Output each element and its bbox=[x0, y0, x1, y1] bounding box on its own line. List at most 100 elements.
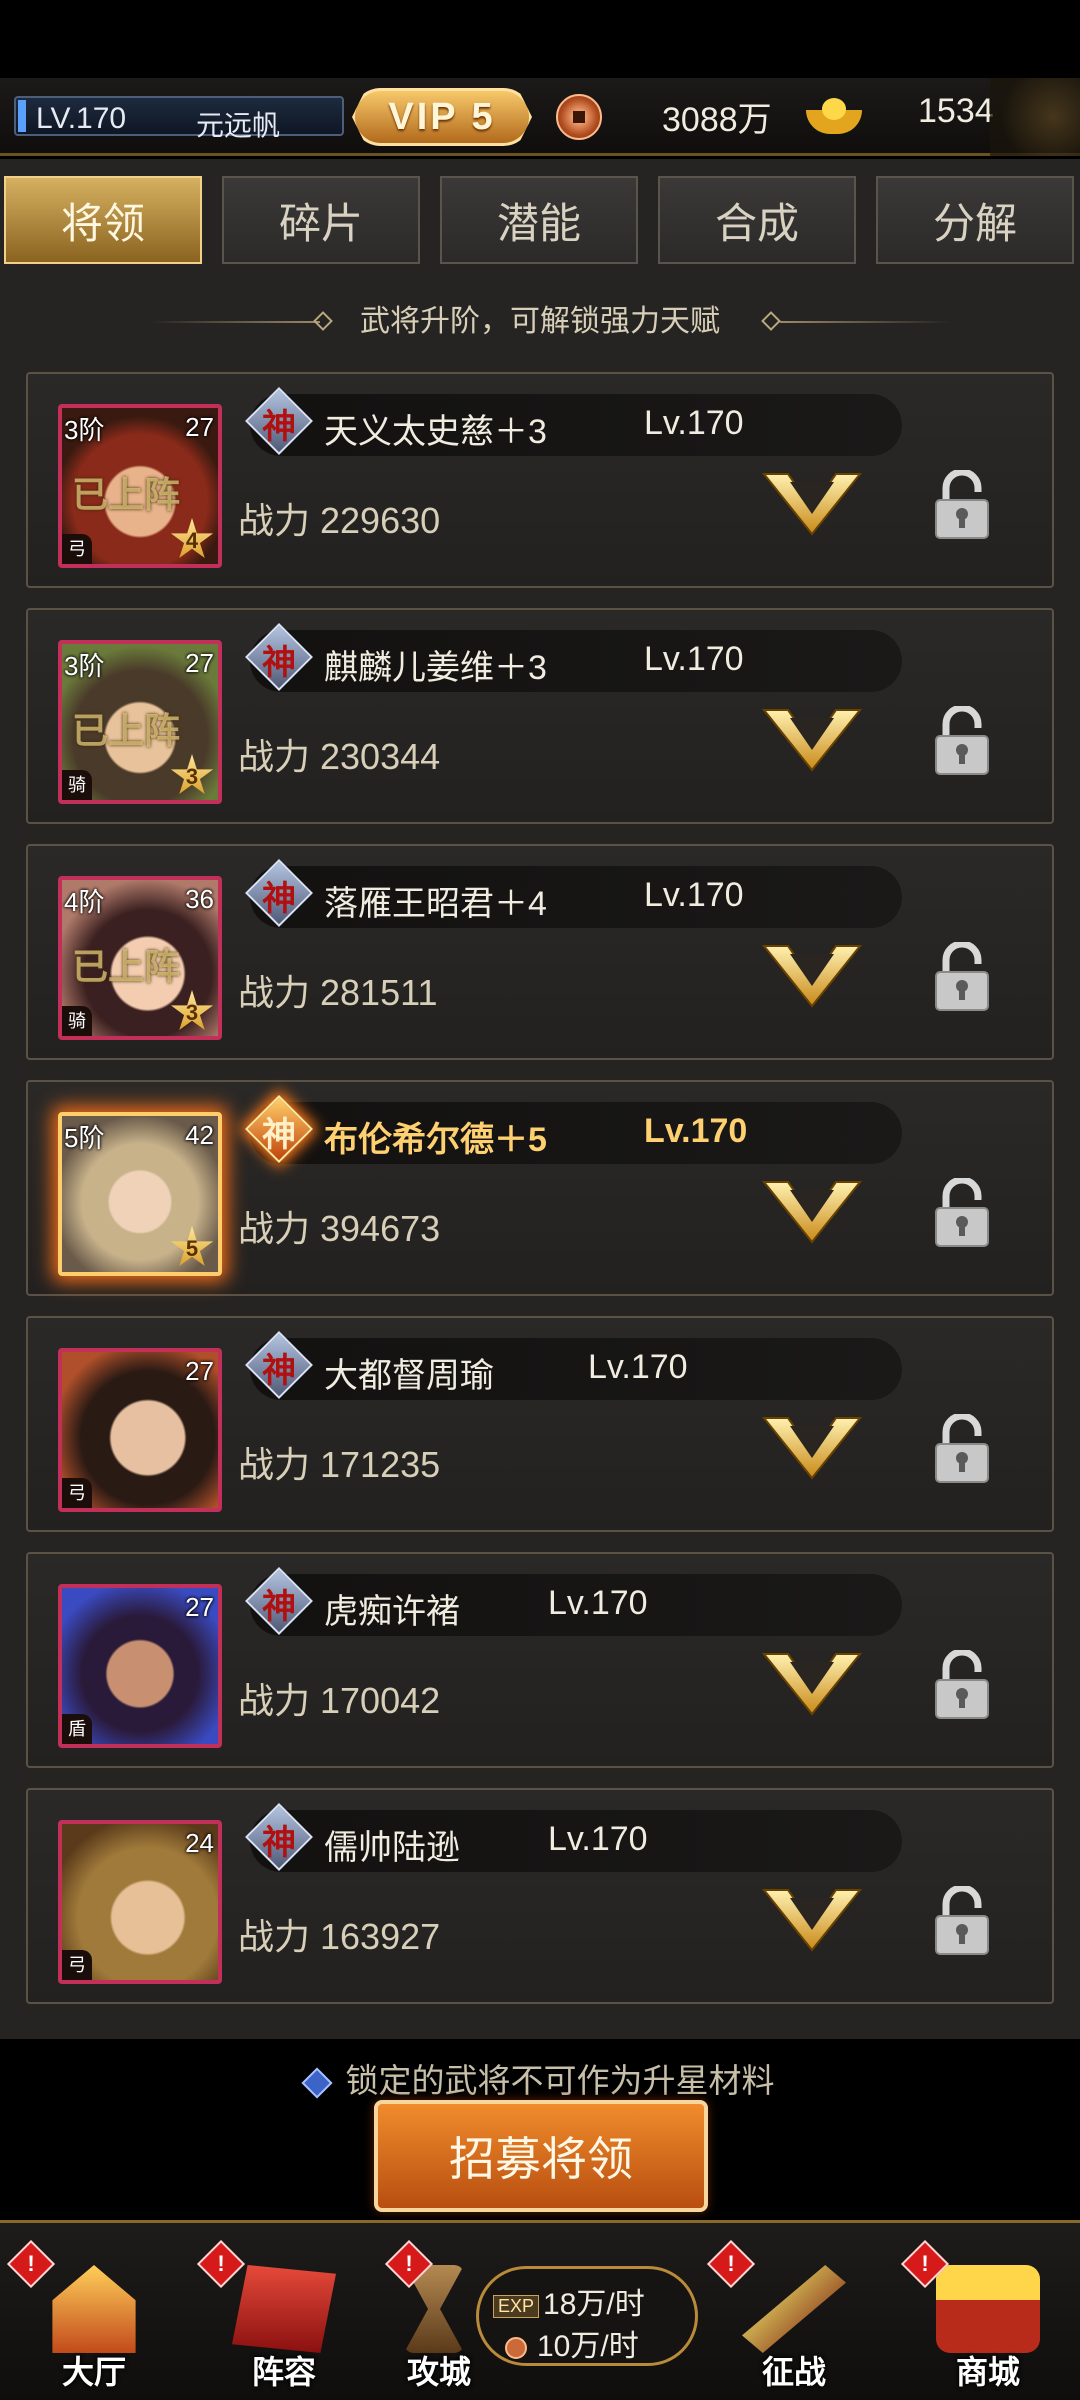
hero-level: Lv.170 bbox=[548, 1584, 648, 1622]
dragon-ornament-icon bbox=[990, 78, 1080, 156]
nav-campaign[interactable]: ! 征战 bbox=[706, 2239, 882, 2399]
hero-level: Lv.170 bbox=[644, 404, 744, 442]
hero-level: Lv.170 bbox=[588, 1348, 688, 1386]
hero-portrait[interactable]: 3阶 27 已上阵骑 3 bbox=[58, 640, 222, 804]
lock-icon[interactable] bbox=[932, 1414, 992, 1484]
nav-lineup[interactable]: ! 阵容 bbox=[196, 2239, 372, 2399]
hero-card[interactable]: 3阶 27 已上阵骑 3 神麒麟儿姜维＋3 Lv.170 战力 230344 bbox=[26, 608, 1054, 824]
hero-power: 战力 171235 bbox=[238, 1444, 441, 1485]
faction-icon: 骑 bbox=[62, 770, 92, 800]
hero-portrait[interactable]: 4阶 36 已上阵骑 3 bbox=[58, 876, 222, 1040]
divider-right bbox=[780, 321, 950, 323]
divine-badge-icon: 神 bbox=[245, 1567, 313, 1635]
hero-power: 战力 163927 bbox=[238, 1916, 441, 1957]
upgrade-chevron-icon[interactable] bbox=[760, 940, 864, 1010]
hero-card[interactable]: 27 弓 神大都督周瑜 Lv.170 战力 171235 bbox=[26, 1316, 1054, 1532]
gold-ingot-icon bbox=[806, 96, 862, 136]
upgrade-chevron-icon[interactable] bbox=[760, 1648, 864, 1718]
hero-card[interactable]: 5阶 42 5 神布伦希尔德＋5 Lv.170 战力 394673 bbox=[26, 1080, 1054, 1296]
tab-label: 潜能 bbox=[496, 199, 581, 247]
deployed-stamp: 已上阵 bbox=[72, 474, 181, 515]
tab-fragments[interactable]: 碎片 bbox=[222, 176, 420, 264]
lock-icon[interactable] bbox=[932, 1178, 992, 1248]
lock-notice-text: 锁定的武将不可作为升星材料 bbox=[345, 2062, 775, 2099]
exp-tag: EXP bbox=[493, 2294, 540, 2318]
lock-icon[interactable] bbox=[932, 1650, 992, 1720]
divine-badge-icon: 神 bbox=[245, 623, 313, 691]
top-resource-bar: LV.170 元远帆 VIP 5 3088万 1534 bbox=[0, 78, 1080, 156]
hero-rank: 4阶 bbox=[64, 887, 105, 917]
hero-level-badge: 36 bbox=[185, 884, 214, 914]
hero-level-badge: 27 bbox=[185, 1592, 214, 1622]
upgrade-chevron-icon[interactable] bbox=[760, 704, 864, 774]
faction-icon: 骑 bbox=[62, 1006, 92, 1036]
upgrade-chevron-icon[interactable] bbox=[760, 1884, 864, 1954]
divine-badge-icon: 神 bbox=[245, 1095, 313, 1163]
nav-label: 商城 bbox=[955, 2354, 1020, 2390]
divine-badge-icon: 神 bbox=[245, 859, 313, 927]
hero-name: 大都督周瑜 bbox=[324, 1357, 494, 1395]
nav-label: 攻城 bbox=[406, 2354, 471, 2390]
idle-income-panel[interactable]: EXP 18万/时 10万/时 bbox=[476, 2266, 698, 2366]
nav-shop[interactable]: ! 商城 bbox=[900, 2239, 1076, 2399]
lock-icon[interactable] bbox=[932, 1886, 992, 1956]
nav-label: 阵容 bbox=[251, 2354, 316, 2390]
lock-icon[interactable] bbox=[932, 706, 992, 776]
faction-icon: 弓 bbox=[62, 534, 92, 564]
divine-badge-icon: 神 bbox=[245, 387, 313, 455]
hero-name: 布伦希尔德＋5 bbox=[324, 1121, 547, 1159]
divine-badge-icon: 神 bbox=[245, 1803, 313, 1871]
tab-synthesize[interactable]: 合成 bbox=[658, 176, 856, 264]
lock-notice: 锁定的武将不可作为升星材料 bbox=[0, 2054, 1080, 2102]
alert-badge-icon: ! bbox=[6, 2239, 56, 2289]
hero-card[interactable]: 27 盾 神虎痴许褚 Lv.170 战力 170042 bbox=[26, 1552, 1054, 1768]
hero-name: 落雁王昭君＋4 bbox=[324, 885, 547, 923]
faction-icon: 弓 bbox=[62, 1950, 92, 1980]
hero-level: Lv.170 bbox=[644, 876, 744, 914]
nav-label: 征战 bbox=[761, 2354, 826, 2390]
vip-badge[interactable]: VIP 5 bbox=[352, 88, 532, 146]
status-bar bbox=[0, 0, 1080, 78]
hero-portrait[interactable]: 5阶 42 5 bbox=[58, 1112, 222, 1276]
hero-level-badge: 27 bbox=[185, 412, 214, 442]
exp-rate: 18万/时 bbox=[543, 2288, 645, 2321]
coin-icon bbox=[505, 2337, 527, 2360]
hero-name: 儒帅陆逊 bbox=[324, 1829, 460, 1867]
star-count: 3 bbox=[185, 1000, 199, 1025]
hero-portrait[interactable]: 24 弓 bbox=[58, 1820, 222, 1984]
lock-icon[interactable] bbox=[932, 470, 992, 540]
lock-icon[interactable] bbox=[932, 942, 992, 1012]
faction-icon: 弓 bbox=[62, 1478, 92, 1508]
nav-label: 大厅 bbox=[61, 2354, 126, 2390]
upgrade-chevron-icon[interactable] bbox=[760, 1412, 864, 1482]
hero-card[interactable]: 4阶 36 已上阵骑 3 神落雁王昭君＋4 Lv.170 战力 281511 bbox=[26, 844, 1054, 1060]
gold-amount: 1534 bbox=[918, 92, 994, 130]
upgrade-chevron-icon[interactable] bbox=[760, 1176, 864, 1246]
tab-decompose[interactable]: 分解 bbox=[876, 176, 1074, 264]
tab-potential[interactable]: 潜能 bbox=[440, 176, 638, 264]
coin-rate-row: 10万/时 bbox=[505, 2321, 639, 2365]
sword-icon bbox=[742, 2265, 846, 2353]
banner-icon bbox=[232, 2265, 336, 2353]
nav-lobby[interactable]: ! 大厅 bbox=[6, 2239, 182, 2399]
hero-level: Lv.170 bbox=[548, 1820, 648, 1858]
upgrade-chevron-icon[interactable] bbox=[760, 468, 864, 538]
hero-power: 战力 281511 bbox=[238, 972, 438, 1013]
star-icon: 4 bbox=[170, 518, 214, 562]
alert-badge-icon: ! bbox=[706, 2239, 756, 2289]
recruit-label: 招募将领 bbox=[449, 2133, 633, 2185]
recruit-button[interactable]: 招募将领 bbox=[374, 2100, 708, 2212]
player-info[interactable]: LV.170 元远帆 bbox=[14, 96, 344, 141]
hero-portrait[interactable]: 27 弓 bbox=[58, 1348, 222, 1512]
star-count: 4 bbox=[185, 528, 199, 553]
tab-generals[interactable]: 将领 bbox=[4, 176, 202, 264]
hero-name: 天义太史慈＋3 bbox=[324, 413, 547, 451]
hero-card[interactable]: 3阶 27 已上阵弓 4 神天义太史慈＋3 Lv.170 战力 229630 bbox=[26, 372, 1054, 588]
hero-portrait[interactable]: 27 盾 bbox=[58, 1584, 222, 1748]
deployed-stamp: 已上阵 bbox=[72, 710, 181, 751]
hero-portrait[interactable]: 3阶 27 已上阵弓 4 bbox=[58, 404, 222, 568]
hero-card[interactable]: 24 弓 神儒帅陆逊 Lv.170 战力 163927 bbox=[26, 1788, 1054, 2004]
star-count: 3 bbox=[185, 764, 199, 789]
treasure-chest-icon bbox=[936, 2265, 1040, 2353]
player-name: 元远帆 bbox=[196, 110, 281, 141]
